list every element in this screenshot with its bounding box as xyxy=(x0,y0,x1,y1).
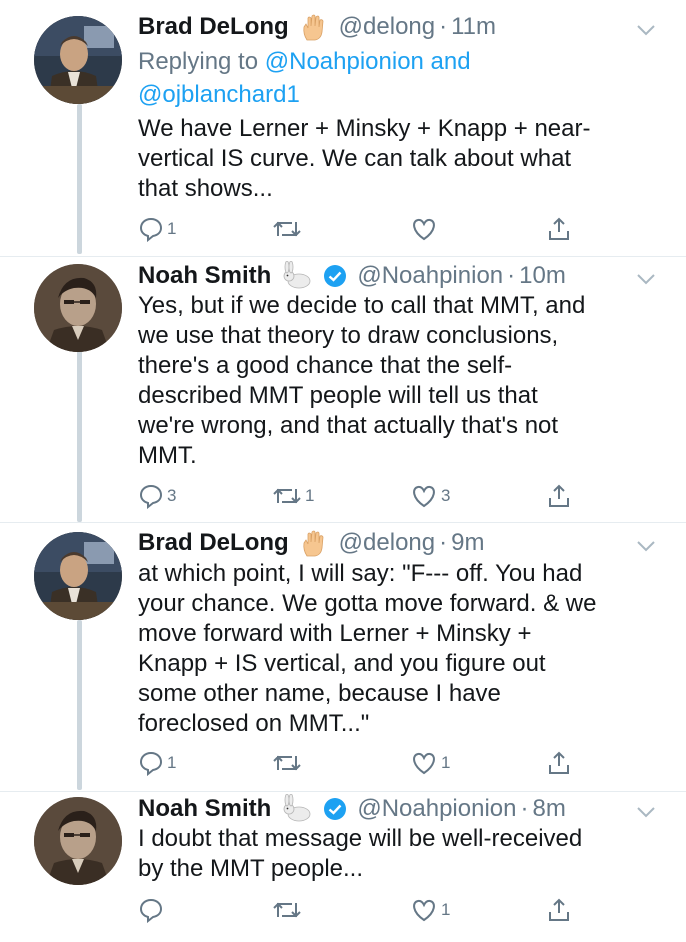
chevron-down-icon[interactable] xyxy=(636,798,656,826)
tweet[interactable]: Noah Smith @Noahpinion · 10m Yes, but if… xyxy=(0,256,686,521)
verified-badge-icon xyxy=(323,264,347,288)
action-bar: 1 xyxy=(138,216,578,246)
tweet-header: Brad DeLong @delong · 9m xyxy=(138,526,655,560)
chevron-down-icon[interactable] xyxy=(636,265,656,293)
heart-icon xyxy=(410,750,438,776)
tweet-text: We have Lerner + Minsky + Knapp + near- … xyxy=(138,115,591,202)
tweet-header: Noah Smith @Noahpinion · 10m xyxy=(138,259,655,293)
avatar[interactable] xyxy=(34,797,122,885)
reply-button[interactable]: 1 xyxy=(138,750,176,776)
handle[interactable]: @delong xyxy=(339,13,435,41)
raised-hand-icon xyxy=(299,12,329,42)
separator: · xyxy=(520,795,529,822)
replying-to: Replying to @Noahpionion and @ojblanchar… xyxy=(138,45,638,111)
separator: · xyxy=(507,262,516,289)
separator: · xyxy=(439,13,448,40)
avatar[interactable] xyxy=(34,16,122,104)
speech-bubble-icon xyxy=(138,216,164,242)
tweet-text: I doubt that message will be well-receiv… xyxy=(138,825,583,882)
like-count: 1 xyxy=(441,753,451,772)
heart-icon xyxy=(410,897,438,923)
tweet-header: Brad DeLong @delong · 11m xyxy=(138,10,655,44)
avatar[interactable] xyxy=(34,532,122,620)
verified-badge-icon xyxy=(323,797,347,821)
replying-prefix: Replying to xyxy=(138,48,259,75)
speech-bubble-icon xyxy=(138,750,164,776)
timestamp[interactable]: 11m xyxy=(451,13,496,41)
speech-bubble-icon xyxy=(138,897,164,923)
share-icon xyxy=(546,750,572,776)
display-name[interactable]: Noah Smith xyxy=(138,262,271,290)
separator: · xyxy=(439,529,448,556)
avatar[interactable] xyxy=(34,264,122,352)
share-button[interactable] xyxy=(546,216,572,242)
speech-bubble-icon xyxy=(138,483,164,509)
like-count: 3 xyxy=(441,486,451,505)
timestamp[interactable]: 10m xyxy=(519,262,566,290)
tweet[interactable]: Noah Smith @Noahpionion · 8m I doubt tha… xyxy=(0,791,686,942)
retweet-count: 1 xyxy=(305,486,315,505)
share-icon xyxy=(546,483,572,509)
like-button[interactable]: 1 xyxy=(410,897,450,923)
heart-icon xyxy=(410,216,438,242)
reply-button[interactable] xyxy=(138,897,167,923)
retweet-button[interactable] xyxy=(272,897,305,923)
share-button[interactable] xyxy=(546,897,572,923)
reply-count: 1 xyxy=(167,753,177,772)
display-name[interactable]: Noah Smith xyxy=(138,795,271,823)
reply-button[interactable]: 1 xyxy=(138,216,176,242)
tweet-text: Yes, but if we decide to call that MMT, … xyxy=(138,292,586,469)
like-button[interactable]: 1 xyxy=(410,750,450,776)
chevron-down-icon[interactable] xyxy=(636,16,656,44)
heart-icon xyxy=(410,483,438,509)
timestamp[interactable]: 9m xyxy=(451,529,484,557)
reply-count: 3 xyxy=(167,486,177,505)
handle[interactable]: @delong xyxy=(339,529,435,557)
tweet-header: Noah Smith @Noahpionion · 8m xyxy=(138,792,655,826)
raised-hand-icon xyxy=(299,528,329,558)
retweet-button[interactable] xyxy=(272,216,305,242)
retweet-icon xyxy=(272,216,302,242)
mention-link[interactable]: @Noahpionion and xyxy=(265,48,471,75)
retweet-icon xyxy=(272,750,302,776)
like-button[interactable]: 3 xyxy=(410,483,450,509)
chevron-down-icon[interactable] xyxy=(636,532,656,560)
retweet-icon xyxy=(272,483,302,509)
rabbit-icon xyxy=(281,261,315,291)
timestamp[interactable]: 8m xyxy=(532,795,565,823)
action-bar: 3 1 3 xyxy=(138,483,578,513)
retweet-button[interactable]: 1 xyxy=(272,483,314,509)
tweet-text: at which point, I will say: "F--- off. Y… xyxy=(138,560,597,737)
action-bar: 1 xyxy=(138,897,578,927)
like-button[interactable] xyxy=(410,216,441,242)
tweet[interactable]: Brad DeLong @delong · 11m Replying to @N… xyxy=(0,0,686,255)
tweet[interactable]: Brad DeLong @delong · 9m at which point,… xyxy=(0,522,686,790)
mention-link[interactable]: @ojblanchard1 xyxy=(138,81,300,108)
like-count: 1 xyxy=(441,900,451,919)
share-icon xyxy=(546,216,572,242)
reply-count: 1 xyxy=(167,219,177,238)
retweet-button[interactable] xyxy=(272,750,305,776)
handle[interactable]: @Noahpionion xyxy=(357,795,516,823)
rabbit-icon xyxy=(281,794,315,824)
retweet-icon xyxy=(272,897,302,923)
display-name[interactable]: Brad DeLong xyxy=(138,13,289,41)
share-icon xyxy=(546,897,572,923)
share-button[interactable] xyxy=(546,750,572,776)
share-button[interactable] xyxy=(546,483,572,509)
action-bar: 1 1 xyxy=(138,750,578,780)
handle[interactable]: @Noahpinion xyxy=(357,262,503,290)
display-name[interactable]: Brad DeLong xyxy=(138,529,289,557)
reply-button[interactable]: 3 xyxy=(138,483,176,509)
